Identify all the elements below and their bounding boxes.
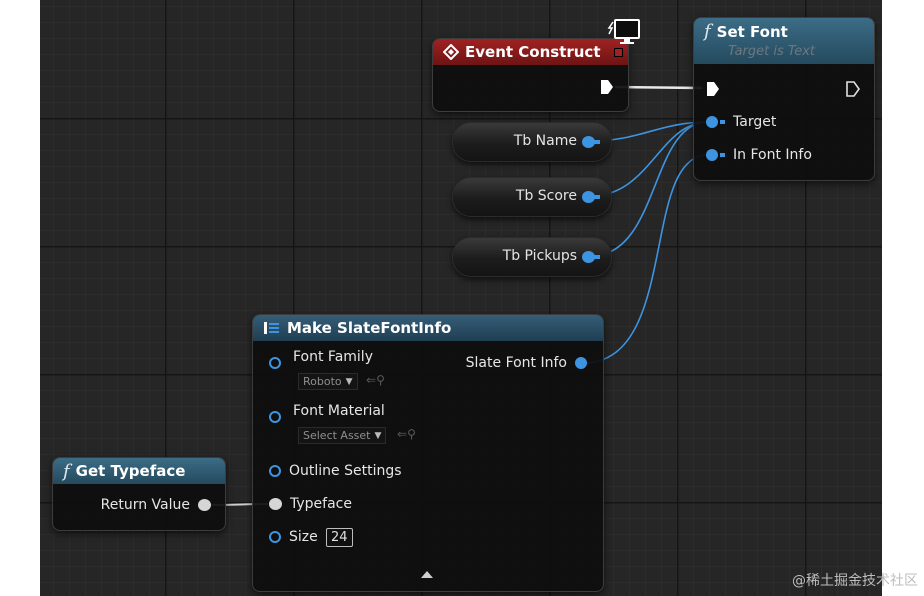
target-pin-arrow [720,120,725,124]
font-material-label: Font Material [293,403,385,419]
get-typeface-node[interactable]: f Get Typeface Return Value [52,457,226,531]
get-typeface-header[interactable]: f Get Typeface [53,458,225,484]
size-label: Size [289,529,318,545]
target-pin-circle[interactable] [706,116,718,128]
set-font-in-font-info-label: In Font Info [733,147,812,163]
outline-settings-pin[interactable]: Outline Settings [269,463,402,479]
function-icon: f [704,21,711,42]
asset-picker-icons[interactable]: ⇐⚲ [397,427,416,441]
variable-pin-arrow [594,195,600,199]
exec-in-pin[interactable] [706,81,720,97]
variable-label: Tb Pickups [502,248,577,264]
blueprint-graph-canvas[interactable]: Event Construct f Set Font Target is Tex… [40,0,882,596]
variable-node-tb-pickups[interactable]: Tb Pickups [452,237,612,277]
in-font-info-pin-arrow [720,153,725,157]
typeface-label: Typeface [290,496,352,512]
collapse-arrow-icon[interactable] [420,569,434,579]
font-material-dropdown[interactable]: Select Asset ▼ [298,427,387,444]
slate-font-info-pin-circle[interactable] [575,357,587,369]
exec-out-pin[interactable] [600,79,614,95]
slate-font-info-output-label: Slate Font Info [465,355,567,371]
font-family-value: Roboto [303,375,342,388]
variable-pin-arrow [594,255,600,259]
typeface-pin-circle[interactable] [269,498,282,510]
variable-node-tb-score[interactable]: Tb Score [452,177,612,217]
variable-node-tb-name[interactable]: Tb Name [452,122,612,162]
font-family-pin-circle[interactable] [269,357,281,369]
set-font-target-pin[interactable]: Target [706,114,776,130]
event-construct-delegate-pin[interactable] [614,48,623,57]
event-construct-title: Event Construct [465,43,601,61]
variable-pin-arrow [594,140,600,144]
set-font-node[interactable]: f Set Font Target is Text Target In Font… [693,17,875,181]
monitor-icon [607,19,640,44]
chevron-down-icon: ▼ [345,376,353,387]
font-material-pin[interactable]: Font Material [269,403,385,423]
size-pin-circle[interactable] [269,531,281,543]
make-slate-font-info-title: Make SlateFontInfo [287,319,452,337]
variable-label: Tb Score [515,188,577,204]
set-font-subtitle: Target is Text [728,44,816,59]
outline-settings-pin-circle[interactable] [269,465,281,477]
function-icon: f [63,460,70,482]
get-typeface-title: Get Typeface [75,462,186,480]
return-value-pin-circle[interactable] [198,499,211,511]
set-font-target-label: Target [733,114,777,130]
typeface-pin[interactable]: Typeface [269,496,352,512]
font-family-label: Font Family [293,349,373,365]
watermark: @稀土掘金技术社区 [792,573,918,589]
make-slate-font-info-node[interactable]: Make SlateFontInfo Font Family Roboto ▼ … [252,314,604,592]
set-font-in-font-info-pin[interactable]: In Font Info [706,147,812,163]
return-value-pin[interactable]: Return Value [101,497,211,513]
search-icon[interactable]: ⚲ [376,373,385,387]
size-input[interactable]: 24 [326,528,353,547]
arrow-left-icon[interactable]: ⇐ [397,427,407,441]
event-construct-node[interactable]: Event Construct [432,38,629,112]
font-family-pin[interactable]: Font Family [269,349,373,369]
event-diamond-icon [443,44,459,60]
chevron-down-icon: ▼ [374,430,382,441]
set-font-title: Set Font [716,23,788,41]
make-struct-icon [264,322,279,334]
size-pin[interactable]: Size [269,529,318,545]
font-material-value: Select Asset [303,429,371,442]
arrow-left-icon[interactable]: ⇐ [366,373,376,387]
font-family-dropdown[interactable]: Roboto ▼ [298,373,358,390]
outline-settings-label: Outline Settings [289,463,402,479]
event-construct-header[interactable]: Event Construct [433,39,628,65]
make-slate-font-info-header[interactable]: Make SlateFontInfo [253,315,603,341]
return-value-label: Return Value [100,497,190,513]
in-font-info-pin-circle[interactable] [706,149,718,161]
exec-then-pin[interactable] [846,81,860,97]
variable-label: Tb Name [513,133,577,149]
font-material-pin-circle[interactable] [269,411,281,423]
search-icon[interactable]: ⚲ [407,427,416,441]
asset-picker-icons[interactable]: ⇐⚲ [366,373,385,387]
slate-font-info-output-pin[interactable]: Slate Font Info [466,355,587,371]
